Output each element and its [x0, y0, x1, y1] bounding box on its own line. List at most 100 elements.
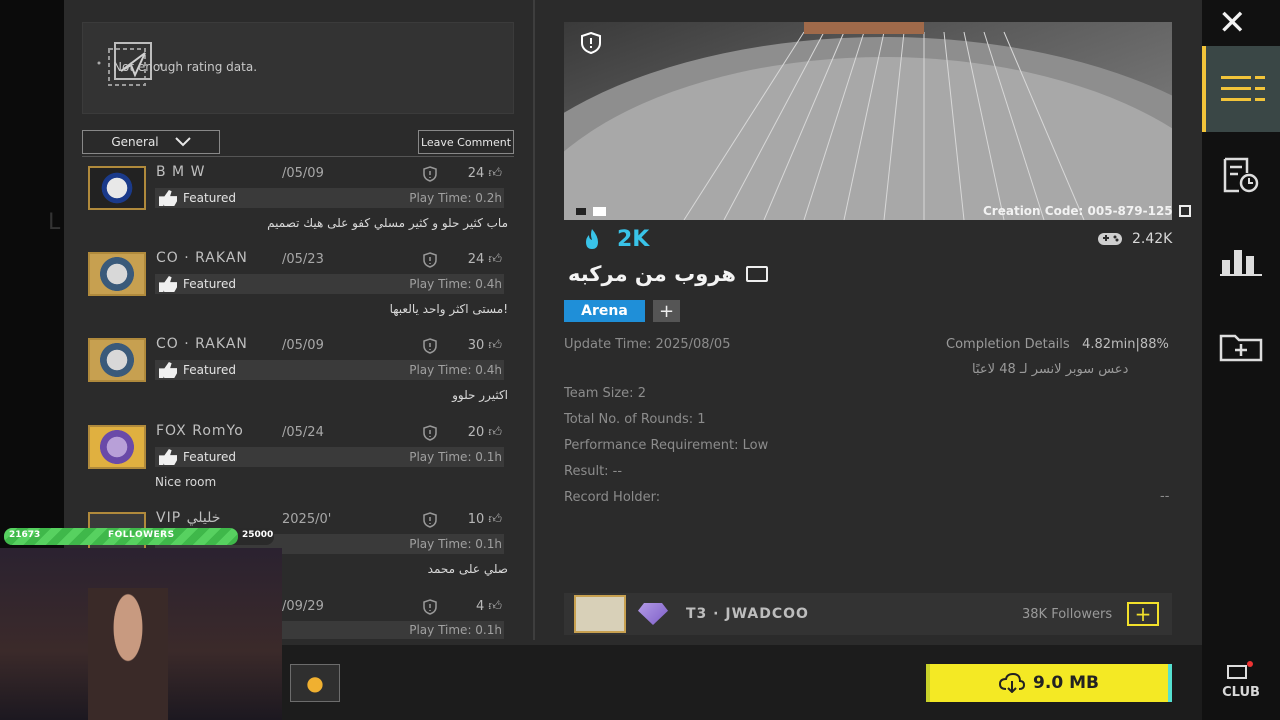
carousel-dot-active[interactable] [593, 207, 606, 216]
commenter-name[interactable]: VIP خليلي [156, 510, 220, 526]
follow-button[interactable]: + [1127, 602, 1159, 626]
avatar[interactable] [88, 425, 146, 469]
avatar[interactable] [88, 166, 146, 210]
club-button[interactable]: CLUB [1219, 685, 1263, 700]
like-count[interactable]: 4 👍︎ [462, 599, 502, 614]
tag-arena[interactable]: Arena [564, 300, 645, 322]
rating-message: Not enough rating data. [113, 60, 258, 74]
like-number: 30 [467, 338, 485, 353]
comment-text: Nice room [155, 475, 217, 489]
cloud-download-icon [999, 673, 1026, 693]
report-icon[interactable] [422, 425, 438, 441]
close-button[interactable]: ✕ [1218, 6, 1247, 40]
comment-item: CO · RAKAN /05/23 24 👍︎ Featured Play Ti… [86, 250, 508, 336]
comment-text: صلي على محمد [427, 562, 508, 576]
play-time: Play Time: 0.4h [409, 277, 502, 291]
play-time: Play Time: 0.1h [409, 450, 502, 464]
featured-badge: Featured [159, 449, 236, 465]
leave-comment-button[interactable]: Leave Comment [418, 130, 514, 154]
copy-icon[interactable] [1178, 205, 1191, 217]
comment-meta-bar: Featured Play Time: 0.1h [155, 447, 504, 467]
like-number: 4 [475, 599, 485, 614]
commenter-name[interactable]: B M W [156, 164, 205, 180]
flame-icon [586, 229, 598, 249]
team-size: Team Size: 2 [564, 386, 646, 401]
featured-label: Featured [183, 191, 236, 205]
report-icon[interactable] [422, 512, 438, 528]
report-icon[interactable] [580, 32, 602, 54]
thumbs-up-icon: 👍︎ [488, 338, 502, 353]
sidebar-history-button[interactable] [1202, 132, 1280, 218]
record-holder-value: -- [1160, 489, 1170, 504]
comment-filter-dropdown[interactable]: General [82, 130, 220, 154]
featured-label: Featured [183, 277, 236, 291]
comment-meta-bar: Featured Play Time: 0.4h [155, 360, 504, 380]
like-count[interactable]: 24 👍︎ [462, 166, 502, 181]
creator-followers: 38K Followers [1022, 607, 1113, 622]
report-icon[interactable] [422, 252, 438, 268]
streamer-figure [88, 588, 168, 720]
commenter-name[interactable]: CO · RAKAN [156, 336, 248, 352]
like-count[interactable]: 24 👍︎ [462, 252, 502, 267]
add-tag-button[interactable]: + [653, 300, 680, 322]
comment-date: /09/29 [282, 599, 324, 614]
comment-text: مستى اكثر واحد يالعبها! [389, 302, 508, 316]
play-time: Play Time: 0.2h [409, 191, 502, 205]
like-count[interactable]: 20 👍︎ [462, 425, 502, 440]
comment-date: /05/24 [282, 425, 324, 440]
featured-badge: Featured [159, 276, 236, 292]
report-icon[interactable] [422, 338, 438, 354]
background-text: L [48, 210, 61, 235]
avatar[interactable] [88, 338, 146, 382]
completion-label: Completion Details [946, 337, 1070, 352]
creator-name[interactable]: T3 · JWADCOO [686, 606, 809, 622]
sidebar-add-folder-button[interactable] [1202, 304, 1280, 390]
emote-button[interactable]: ● [290, 664, 340, 702]
featured-badge: Featured [159, 190, 236, 206]
like-count[interactable]: 10 👍︎ [462, 512, 502, 527]
map-title-text: هروب من مركبه [568, 262, 736, 286]
thumbs-up-icon: 👍︎ [488, 166, 502, 181]
comment-meta-bar: Featured Play Time: 0.2h [155, 188, 504, 208]
thumbs-up-icon [159, 276, 177, 292]
map-preview-image[interactable] [564, 22, 1172, 220]
total-rounds: Total No. of Rounds: 1 [564, 412, 706, 427]
download-button[interactable]: 9.0 MB [926, 664, 1172, 702]
report-icon[interactable] [422, 166, 438, 182]
thumbs-up-icon [159, 362, 177, 378]
thumbs-up-icon: 👍︎ [488, 425, 502, 440]
carousel-dot[interactable] [576, 208, 586, 215]
comment-date: /05/23 [282, 252, 324, 267]
popularity-value: 2K [617, 227, 650, 252]
commenter-name[interactable]: FOX RomYo [156, 423, 244, 439]
like-number: 20 [467, 425, 485, 440]
chevron-down-icon [174, 137, 191, 147]
sidebar-stats-button[interactable] [1202, 218, 1280, 304]
report-icon[interactable] [422, 599, 438, 615]
comment-text: اكثيرر حلوو [452, 388, 508, 402]
thumbs-up-icon: 👍︎ [488, 252, 502, 267]
list-icon [1221, 76, 1265, 101]
avatar[interactable] [88, 252, 146, 296]
comment-item: FOX RomYo /05/24 20 👍︎ Featured Play Tim… [86, 423, 508, 509]
like-count[interactable]: 30 👍︎ [462, 338, 502, 353]
featured-label: Featured [183, 363, 236, 377]
commenter-name[interactable]: CO · RAKAN [156, 250, 248, 266]
follower-current: 21673 [9, 530, 41, 540]
sidebar-details-button[interactable] [1202, 46, 1280, 132]
comment-date: /05/09 [282, 166, 324, 181]
completion-details: Completion Details 4.82min|88% [946, 337, 1169, 352]
comment-item: B M W /05/09 24 👍︎ Featured Play Time: 0… [86, 164, 508, 250]
play-count: 2.42K [1132, 231, 1173, 247]
creator-avatar[interactable] [574, 595, 626, 633]
play-time: Play Time: 0.1h [409, 537, 502, 551]
featured-badge: Featured [159, 362, 236, 378]
filter-selected: General [111, 135, 159, 149]
comment-text: ماب كثير حلو و كثير مسلي كفو على هيك تصم… [267, 216, 508, 230]
duck-icon: ● [306, 671, 324, 695]
completion-subtitle: دعس سوبر لانسر لـ 48 لاعبًا [972, 362, 1129, 377]
featured-label: Featured [183, 450, 236, 464]
thumbs-up-icon [159, 190, 177, 206]
separator [82, 156, 514, 157]
follower-goal: 25000 [242, 530, 274, 540]
